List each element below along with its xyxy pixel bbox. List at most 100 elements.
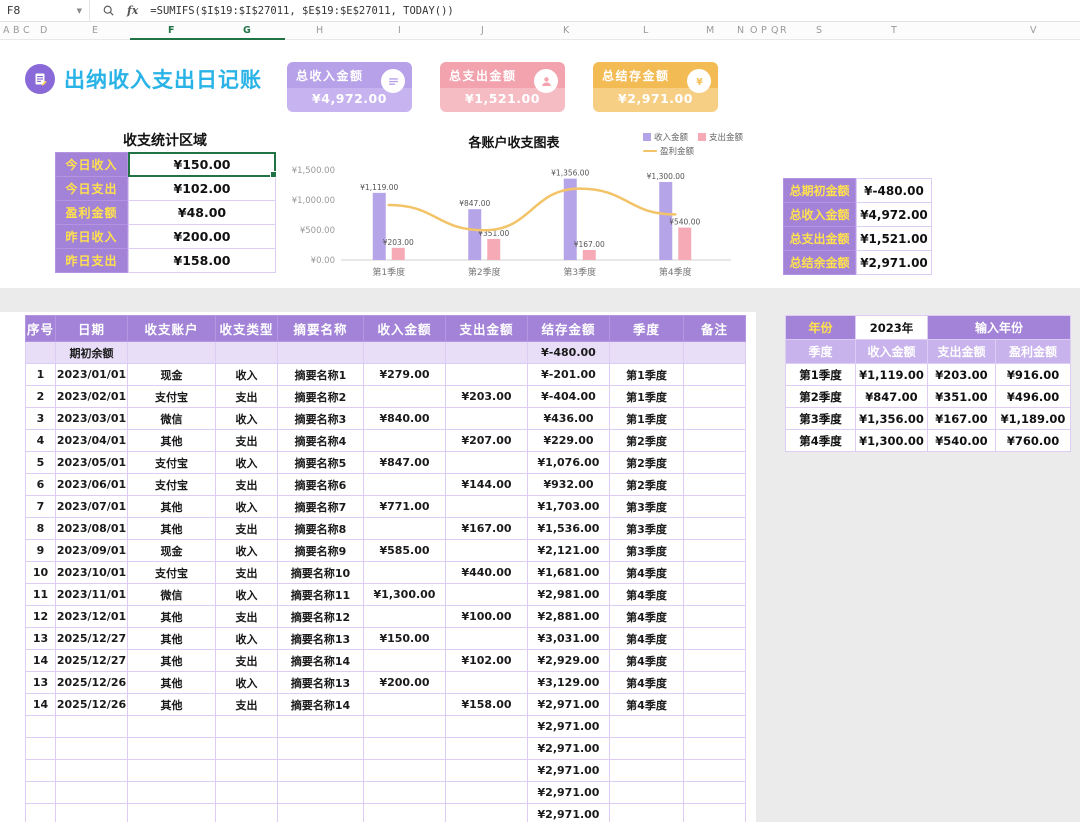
table-cell[interactable]: 摘要名称8 bbox=[277, 517, 364, 540]
table-cell[interactable]: 现金 bbox=[127, 539, 216, 562]
total-value[interactable]: ¥2,971.00 bbox=[856, 250, 932, 275]
table-cell[interactable]: 6 bbox=[25, 473, 56, 496]
quarter-cell[interactable]: ¥1,189.00 bbox=[994, 407, 1072, 430]
table-cell[interactable] bbox=[445, 407, 528, 430]
table-cell[interactable]: ¥2,881.00 bbox=[527, 605, 610, 628]
table-cell[interactable] bbox=[683, 495, 746, 518]
total-label[interactable]: 总支出金额 bbox=[783, 226, 856, 251]
table-cell[interactable] bbox=[445, 539, 528, 562]
table-cell[interactable]: 14 bbox=[25, 649, 56, 672]
table-cell[interactable]: 第4季度 bbox=[609, 649, 684, 672]
quarter-cell[interactable]: ¥496.00 bbox=[994, 385, 1072, 408]
column-header-Q[interactable]: Q bbox=[771, 25, 778, 36]
table-cell[interactable] bbox=[683, 473, 746, 496]
table-cell[interactable] bbox=[55, 803, 128, 822]
table-cell[interactable] bbox=[25, 803, 56, 822]
table-cell[interactable] bbox=[683, 605, 746, 628]
table-cell[interactable]: 2023/12/01 bbox=[55, 605, 128, 628]
table-cell[interactable]: 2023/11/01 bbox=[55, 583, 128, 606]
table-cell[interactable]: 2023/01/01 bbox=[55, 363, 128, 386]
quarter-cell[interactable]: ¥540.00 bbox=[927, 429, 996, 452]
column-header-S[interactable]: S bbox=[816, 25, 822, 36]
column-header-C[interactable]: C bbox=[23, 25, 30, 36]
table-cell[interactable]: ¥2,971.00 bbox=[527, 693, 610, 716]
column-header-V[interactable]: V bbox=[1030, 25, 1037, 36]
table-cell[interactable]: 第2季度 bbox=[609, 429, 684, 452]
table-cell[interactable]: ¥3,129.00 bbox=[527, 671, 610, 694]
table-cell[interactable]: 2025/12/27 bbox=[55, 649, 128, 672]
table-cell[interactable]: 第3季度 bbox=[609, 539, 684, 562]
table-cell[interactable]: 其他 bbox=[127, 429, 216, 452]
table-cell[interactable]: 现金 bbox=[127, 363, 216, 386]
table-cell[interactable]: 支出 bbox=[215, 649, 278, 672]
table-cell[interactable]: 摘要名称14 bbox=[277, 693, 364, 716]
table-cell[interactable] bbox=[363, 781, 446, 804]
table-cell[interactable] bbox=[277, 781, 364, 804]
table-cell[interactable] bbox=[215, 341, 278, 364]
table-cell[interactable] bbox=[445, 627, 528, 650]
column-header-T[interactable]: T bbox=[891, 25, 897, 36]
table-cell[interactable]: ¥1,536.00 bbox=[527, 517, 610, 540]
quarter-cell[interactable]: 第4季度 bbox=[785, 429, 856, 452]
quarter-cell[interactable]: ¥167.00 bbox=[927, 407, 996, 430]
table-cell[interactable]: 9 bbox=[25, 539, 56, 562]
table-cell[interactable]: 支出 bbox=[215, 473, 278, 496]
table-cell[interactable]: 第1季度 bbox=[609, 407, 684, 430]
table-cell[interactable]: 收入 bbox=[215, 363, 278, 386]
quarter-cell[interactable]: ¥1,356.00 bbox=[855, 407, 928, 430]
column-header-B[interactable]: B bbox=[13, 25, 20, 36]
table-cell[interactable] bbox=[25, 759, 56, 782]
quarter-cell[interactable]: ¥760.00 bbox=[994, 429, 1072, 452]
table-cell[interactable]: 支付宝 bbox=[127, 385, 216, 408]
year-value-cell[interactable]: 2023年 bbox=[855, 315, 928, 340]
table-cell[interactable]: 第4季度 bbox=[609, 627, 684, 650]
table-cell[interactable] bbox=[609, 759, 684, 782]
table-cell[interactable]: 微信 bbox=[127, 407, 216, 430]
table-cell[interactable]: 摘要名称14 bbox=[277, 649, 364, 672]
table-cell[interactable] bbox=[445, 781, 528, 804]
table-cell[interactable] bbox=[683, 671, 746, 694]
table-cell[interactable] bbox=[127, 759, 216, 782]
table-cell[interactable]: ¥1,300.00 bbox=[363, 583, 446, 606]
column-header-F[interactable]: F bbox=[168, 25, 175, 36]
table-cell[interactable]: 收入 bbox=[215, 451, 278, 474]
column-header-L[interactable]: L bbox=[643, 25, 648, 36]
table-cell[interactable]: ¥2,971.00 bbox=[527, 759, 610, 782]
table-cell[interactable] bbox=[683, 429, 746, 452]
table-cell[interactable] bbox=[363, 737, 446, 760]
table-cell[interactable]: ¥-404.00 bbox=[527, 385, 610, 408]
table-header-cell[interactable]: 序号 bbox=[25, 315, 56, 342]
table-cell[interactable]: 支出 bbox=[215, 517, 278, 540]
table-cell[interactable]: ¥200.00 bbox=[363, 671, 446, 694]
table-cell[interactable] bbox=[363, 517, 446, 540]
table-cell[interactable]: 2023/10/01 bbox=[55, 561, 128, 584]
table-header-cell[interactable]: 支出金额 bbox=[445, 315, 528, 342]
total-label[interactable]: 总收入金额 bbox=[783, 202, 856, 227]
table-cell[interactable] bbox=[127, 803, 216, 822]
table-cell[interactable] bbox=[215, 759, 278, 782]
table-cell[interactable]: 收入 bbox=[215, 495, 278, 518]
table-cell[interactable]: 2 bbox=[25, 385, 56, 408]
column-header-H[interactable]: H bbox=[316, 25, 323, 36]
fx-icon[interactable]: fx bbox=[127, 4, 138, 17]
table-cell[interactable] bbox=[363, 429, 446, 452]
table-cell[interactable]: 第4季度 bbox=[609, 583, 684, 606]
table-cell[interactable] bbox=[127, 737, 216, 760]
table-cell[interactable]: 2023/06/01 bbox=[55, 473, 128, 496]
table-cell[interactable]: ¥1,681.00 bbox=[527, 561, 610, 584]
table-cell[interactable]: ¥-201.00 bbox=[527, 363, 610, 386]
stat-label[interactable]: 昨日支出 bbox=[55, 248, 128, 273]
quarter-header-cell[interactable]: 季度 bbox=[785, 339, 856, 364]
column-header-K[interactable]: K bbox=[563, 25, 569, 36]
table-cell[interactable]: 摘要名称12 bbox=[277, 605, 364, 628]
table-cell[interactable]: ¥150.00 bbox=[363, 627, 446, 650]
table-cell[interactable] bbox=[683, 759, 746, 782]
table-cell[interactable] bbox=[445, 341, 528, 364]
table-cell[interactable]: 摘要名称5 bbox=[277, 451, 364, 474]
quarter-cell[interactable]: 第3季度 bbox=[785, 407, 856, 430]
table-cell[interactable]: 2023/05/01 bbox=[55, 451, 128, 474]
table-cell[interactable]: 第4季度 bbox=[609, 605, 684, 628]
table-header-cell[interactable]: 收支账户 bbox=[127, 315, 216, 342]
column-header-J[interactable]: J bbox=[481, 25, 484, 36]
year-label-cell[interactable]: 年份 bbox=[785, 315, 856, 340]
